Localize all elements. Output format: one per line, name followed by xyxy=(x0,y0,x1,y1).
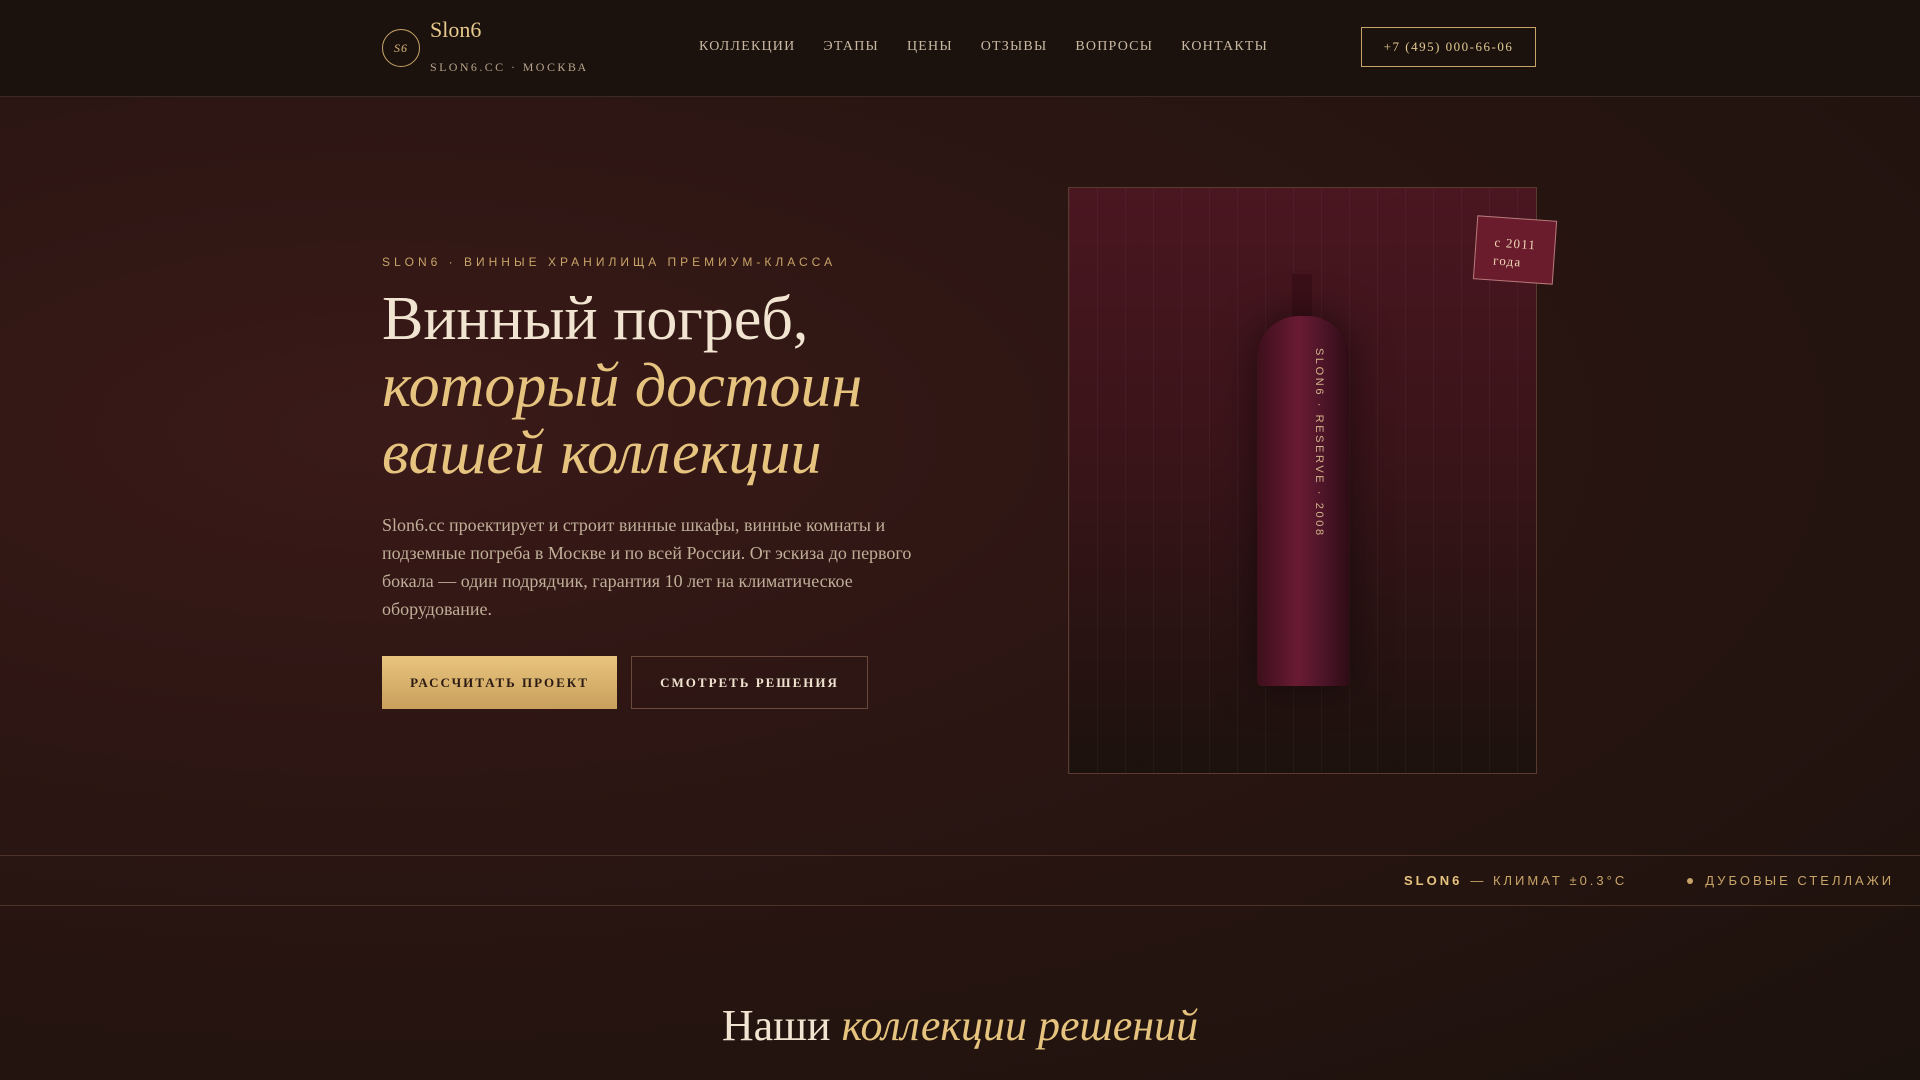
hero-lead: Slon6.cc проектирует и строит винные шка… xyxy=(382,515,912,619)
hero-image: SLON6 · RESERVE · 2008 xyxy=(1068,187,1537,774)
main-nav: КОЛЛЕКЦИИ ЭТАПЫ ЦЕНЫ ОТЗЫВЫ ВОПРОСЫ КОНТ… xyxy=(699,39,1296,55)
hero-title-line2: который достоин xyxy=(382,352,863,420)
section-title-plain: Наши xyxy=(721,1001,831,1050)
hero-title: Винный погреб, который достоин вашей кол… xyxy=(382,286,1002,487)
marquee-brand: SLON6 xyxy=(1404,873,1463,888)
logo-name[interactable]: Slon6 xyxy=(430,17,481,43)
calculate-project-button[interactable]: РАССЧИТАТЬ ПРОЕКТ xyxy=(382,656,617,709)
nav-reviews[interactable]: ОТЗЫВЫ xyxy=(981,39,1048,55)
features-marquee: SLON6 — КЛИМАТ ±0.3°C ДУБОВЫЕ СТЕЛЛАЖИ xyxy=(0,855,1920,906)
nav-contacts[interactable]: КОНТАКТЫ xyxy=(1181,39,1268,55)
nav-prices[interactable]: ЦЕНЫ xyxy=(907,39,953,55)
phone-button[interactable]: +7 (495) 000-66-06 xyxy=(1361,27,1536,67)
section-title: Наши коллекции решений xyxy=(0,1000,1920,1051)
logo-mark[interactable]: S6 xyxy=(382,29,420,67)
logo-subtitle: SLON6.CC · МОСКВА xyxy=(430,60,589,74)
marquee-item-climate: — КЛИМАТ ±0.3°C xyxy=(1470,873,1628,888)
since-line2: года xyxy=(1492,252,1523,270)
bottle-body xyxy=(1257,316,1349,686)
bottle-label: SLON6 · RESERVE · 2008 xyxy=(1313,348,1325,538)
wine-bottle-illustration xyxy=(1257,274,1349,686)
nav-stages[interactable]: ЭТАПЫ xyxy=(823,39,879,55)
nav-collections[interactable]: КОЛЛЕКЦИИ xyxy=(699,39,795,55)
site-header: S6 Slon6 SLON6.CC · МОСКВА КОЛЛЕКЦИИ ЭТА… xyxy=(0,0,1920,97)
marquee-track: SLON6 — КЛИМАТ ±0.3°C ДУБОВЫЕ СТЕЛЛАЖИ xyxy=(1404,873,1894,888)
view-solutions-button[interactable]: СМОТРЕТЬ РЕШЕНИЯ xyxy=(631,656,868,709)
marquee-item-racks: ДУБОВЫЕ СТЕЛЛАЖИ xyxy=(1705,873,1895,888)
since-badge: с 2011 года xyxy=(1472,215,1558,285)
hero-title-line1: Винный погреб, xyxy=(382,285,809,353)
bullet-icon xyxy=(1687,877,1694,884)
hero-title-line3: вашей коллекции xyxy=(382,419,822,487)
nav-faq[interactable]: ВОПРОСЫ xyxy=(1075,39,1153,55)
hero-eyebrow: SLON6 · ВИННЫЕ ХРАНИЛИЩА ПРЕМИУМ-КЛАССА xyxy=(382,255,837,269)
section-title-accent: коллекции решений xyxy=(841,1001,1199,1050)
